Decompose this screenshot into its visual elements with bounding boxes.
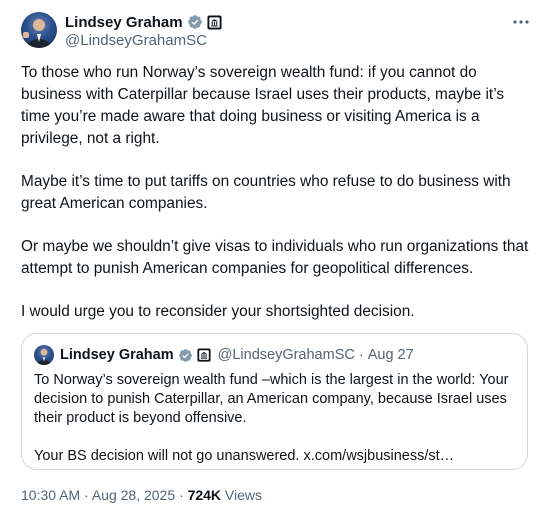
- tweet-meta: 10:30 AM · Aug 28, 2025 · 724K Views: [21, 487, 262, 503]
- quoted-author-handle[interactable]: @LindseyGrahamSC: [218, 347, 355, 363]
- meta-separator: ·: [80, 487, 92, 503]
- quoted-author-display-name[interactable]: Lindsey Graham: [60, 347, 174, 363]
- tweet-text: To those who run Norway’s sovereign weal…: [21, 62, 531, 344]
- quoted-author-avatar[interactable]: [34, 345, 54, 365]
- quoted-tweet-text: To Norway’s sovereign wealth fund –which…: [34, 371, 520, 485]
- author-name-line: Lindsey Graham: [65, 12, 222, 32]
- tweet-paragraph: Maybe it’s time to put tariffs on countr…: [21, 173, 511, 212]
- quoted-tweet-card[interactable]: Lindsey Graham @LindseyGrahamSC · Aug 27…: [21, 333, 528, 470]
- quoted-tweet-header: Lindsey Graham @LindseyGrahamSC · Aug 27: [34, 345, 414, 365]
- verified-badge-icon[interactable]: [178, 348, 193, 363]
- author-display-name[interactable]: Lindsey Graham: [65, 14, 183, 31]
- author-avatar[interactable]: [21, 12, 57, 48]
- quoted-paragraph: To Norway’s sovereign wealth fund –which…: [34, 372, 509, 426]
- tweet-paragraph: I would urge you to reconsider your shor…: [21, 303, 415, 320]
- government-affiliation-icon[interactable]: [197, 348, 211, 362]
- verified-badge-icon[interactable]: [187, 14, 203, 30]
- quoted-separator: ·: [358, 347, 364, 363]
- quoted-tweet-date[interactable]: Aug 27: [368, 347, 414, 363]
- author-handle[interactable]: @LindseyGrahamSC: [65, 32, 207, 49]
- meta-separator: ·: [175, 487, 188, 503]
- tweet-date[interactable]: Aug 28, 2025: [92, 487, 175, 503]
- views-count[interactable]: 724K: [188, 487, 221, 503]
- more-options-icon[interactable]: [511, 12, 531, 32]
- quoted-paragraph: Your BS decision will not go unanswered.…: [34, 448, 455, 464]
- tweet-paragraph: Or maybe we shouldn’t give visas to indi…: [21, 238, 529, 277]
- tweet: Lindsey Graham @LindseyGrahamSC To those…: [0, 0, 553, 507]
- tweet-time[interactable]: 10:30 AM: [21, 487, 80, 503]
- tweet-paragraph: To those who run Norway’s sovereign weal…: [21, 64, 505, 147]
- government-affiliation-icon[interactable]: [207, 14, 222, 30]
- views-label: Views: [221, 487, 263, 503]
